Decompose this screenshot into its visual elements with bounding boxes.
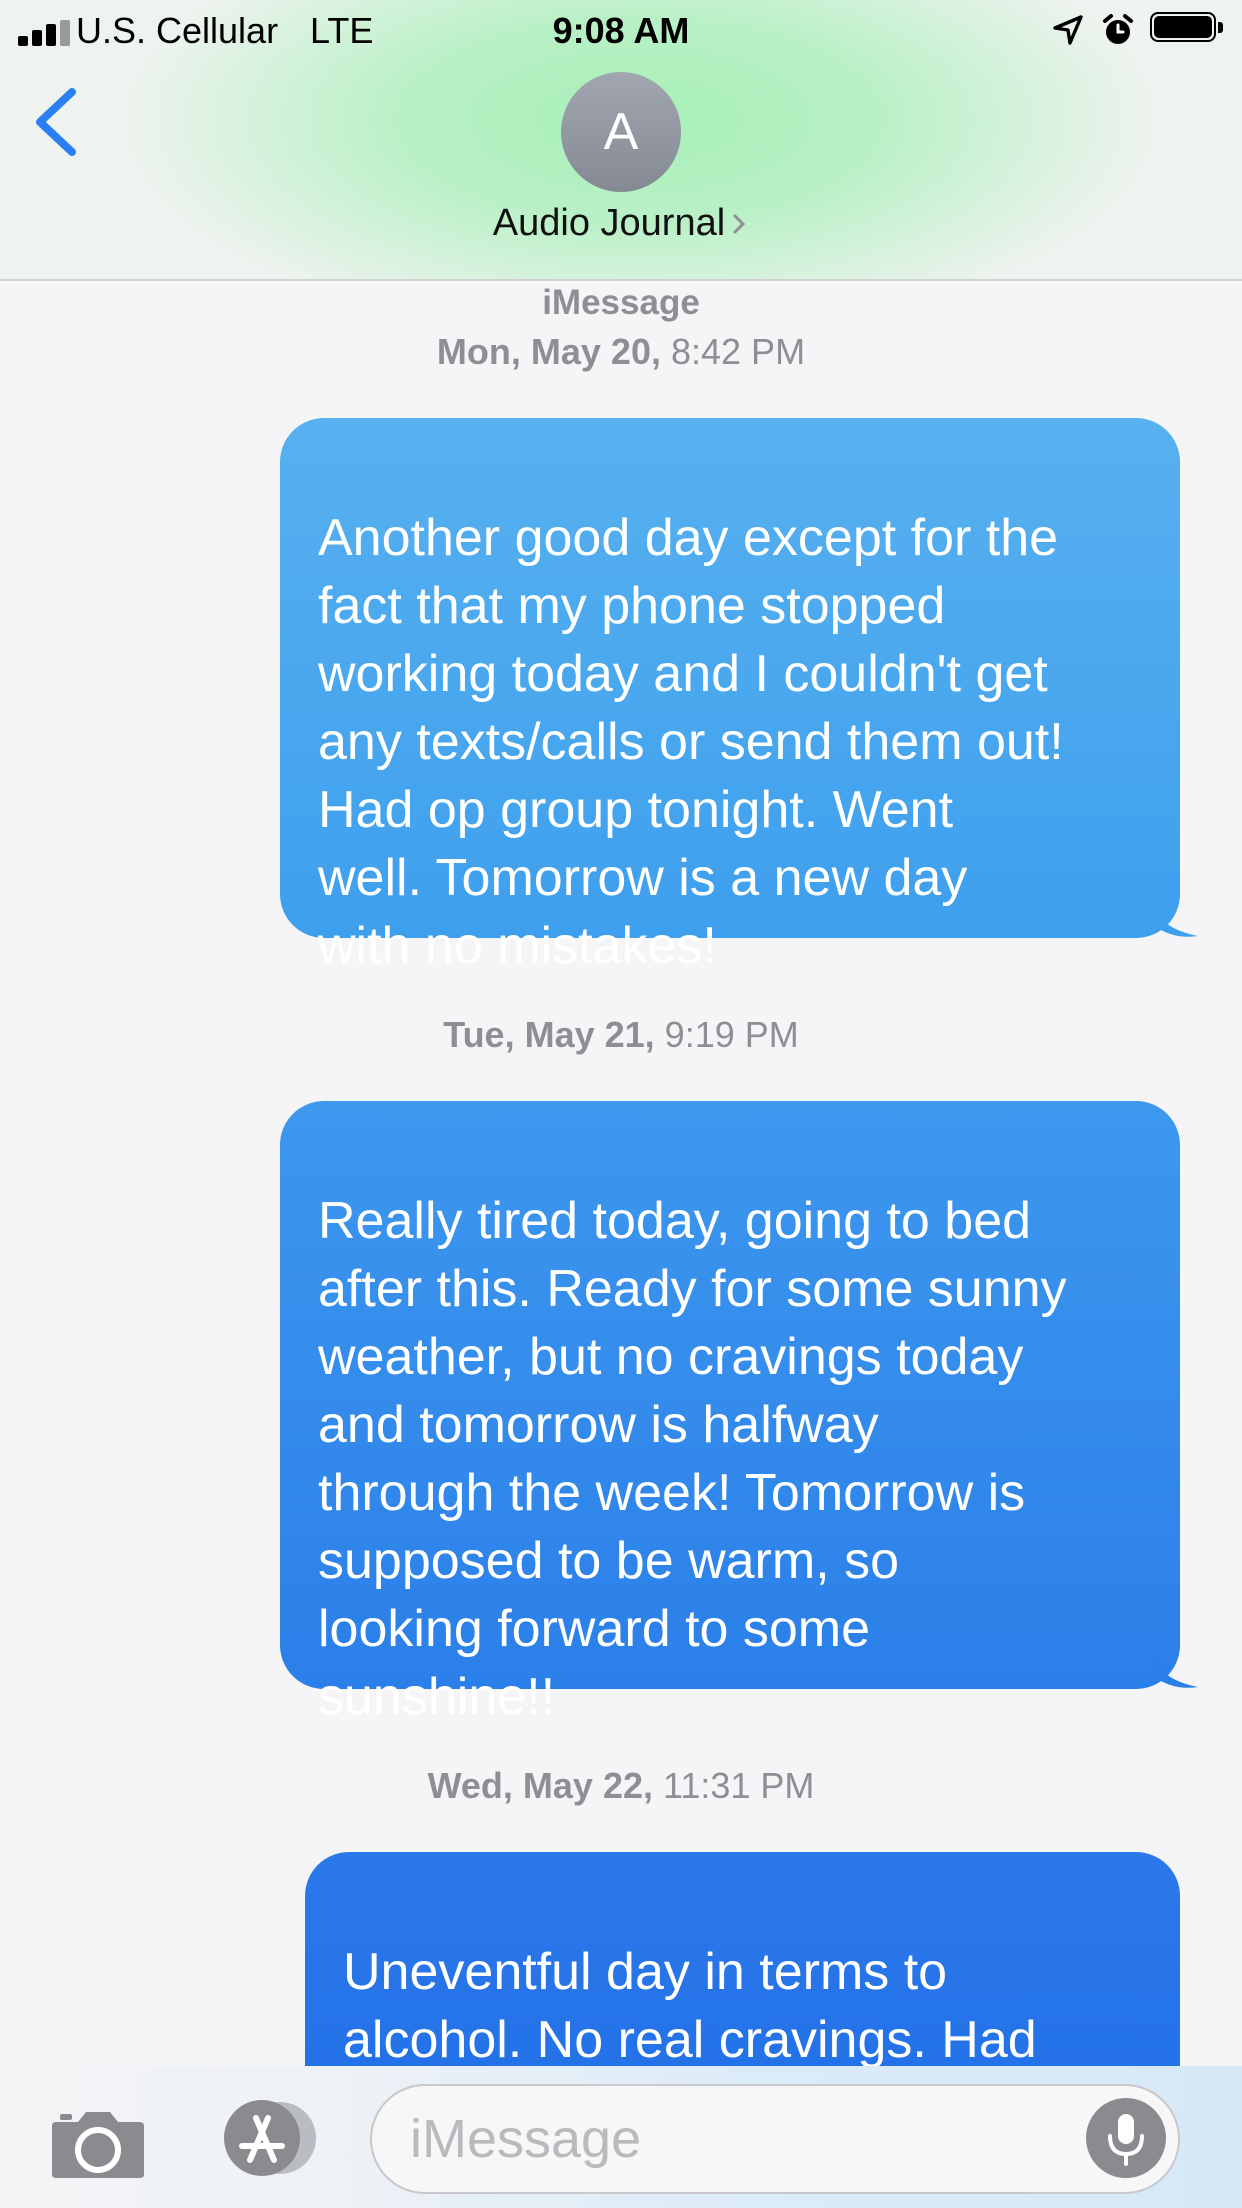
- message-bubble[interactable]: Another good day except for the fact tha…: [280, 418, 1198, 975]
- message-timestamp: Mon, May 20, 8:42 PM: [0, 331, 1242, 373]
- chevron-right-icon: [733, 214, 746, 234]
- message-bubble[interactable]: Really tired today, going to bed after t…: [280, 1101, 1198, 1726]
- timestamp-time: 8:42 PM: [660, 331, 806, 372]
- message-timestamp: Tue, May 21, 9:19 PM: [0, 1014, 1242, 1056]
- bubble-tail: [1152, 898, 1198, 937]
- service-label: iMessage: [542, 283, 700, 322]
- timestamp-day: Wed, May 22,: [427, 1765, 653, 1806]
- message-text: Really tired today, going to bed after t…: [318, 1192, 1067, 1726]
- back-button[interactable]: [30, 82, 90, 162]
- timestamp-day: Tue, May 21,: [443, 1014, 655, 1055]
- status-bar: U.S. Cellular LTE 9:08 AM: [0, 0, 1242, 60]
- battery-icon: [1150, 12, 1224, 46]
- message-input-field[interactable]: iMessage: [370, 2084, 1180, 2194]
- message-input-bar: iMessage: [0, 2066, 1242, 2208]
- microphone-button[interactable]: [1086, 2098, 1166, 2178]
- bubble-tail: [1152, 1649, 1198, 1688]
- location-arrow-icon: [1053, 15, 1083, 45]
- message-text: Another good day except for the fact tha…: [318, 509, 1064, 975]
- conversation-header: U.S. Cellular LTE 9:08 AM A Audio Journa…: [0, 0, 1242, 281]
- contact-details-link[interactable]: Audio Journal: [0, 202, 1242, 245]
- alarm-clock-icon: [1103, 14, 1133, 44]
- timestamp-day: Mon, May 20,: [436, 331, 661, 372]
- contact-avatar[interactable]: A: [561, 72, 681, 192]
- contact-name: Audio Journal: [492, 202, 726, 244]
- app-store-icon[interactable]: [210, 2096, 320, 2180]
- timestamp-time: 9:19 PM: [654, 1014, 799, 1055]
- camera-icon[interactable]: [48, 2102, 148, 2182]
- timestamp-time: 11:31 PM: [653, 1765, 815, 1806]
- microphone-icon: [1108, 2114, 1144, 2166]
- message-placeholder: iMessage: [410, 2109, 642, 2169]
- message-timestamp: Wed, May 22, 11:31 PM: [0, 1765, 1242, 1807]
